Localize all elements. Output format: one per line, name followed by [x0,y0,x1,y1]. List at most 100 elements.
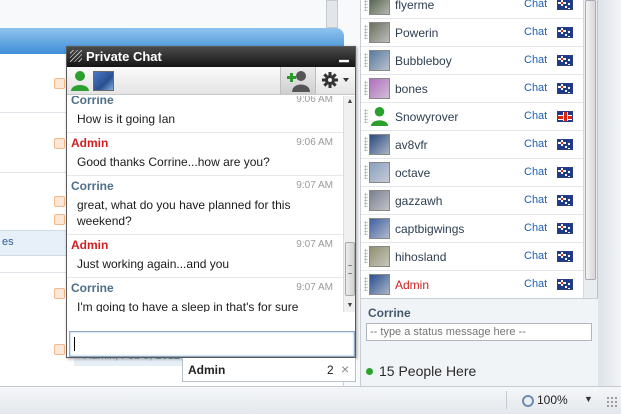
scrollbar-thumb[interactable] [585,0,596,280]
add-user-icon [287,71,310,92]
avatar[interactable] [369,190,390,211]
message-time: 9:07 AM [296,239,333,250]
drag-handle-icon[interactable] [364,165,368,179]
user-name[interactable]: hihosland [395,250,446,264]
resize-grip-icon[interactable] [70,50,82,62]
zoom-level: 100% [537,393,568,407]
user-name[interactable]: bones [395,82,428,96]
chat-link[interactable]: Chat [524,194,547,206]
window-edge [597,0,621,386]
private-chat-window: Private Chat ▁ Corrine 9:06 AM How is it… [66,46,356,358]
background-divider [0,112,66,113]
user-row[interactable]: gazzawh Chat [361,187,583,215]
scrollbar-thumb[interactable] [345,242,355,296]
avatar[interactable] [369,246,390,267]
chat-link[interactable]: Chat [524,110,547,122]
chat-link[interactable]: Chat [524,82,547,94]
drag-handle-icon[interactable] [364,193,368,207]
avatar[interactable] [369,0,390,15]
status-separator [506,391,507,409]
user-row[interactable]: hihosland Chat [361,243,583,271]
user-name[interactable]: Admin [395,278,429,292]
chat-message: Corrine 9:07 AM great, what do you have pl… [67,176,343,235]
drag-handle-icon[interactable] [364,137,368,151]
user-row[interactable]: octave Chat [361,159,583,187]
chat-link[interactable]: Chat [524,250,547,262]
drag-handle-icon[interactable] [364,25,368,39]
avatar[interactable] [369,162,390,183]
rss-icon[interactable] [54,344,65,355]
scroll-up-icon[interactable]: ▲ [344,96,356,108]
rss-icon[interactable] [54,196,65,207]
avatar-icon[interactable] [93,71,114,91]
user-icon[interactable] [70,70,90,92]
avatar[interactable] [369,218,390,239]
resize-grip-icon[interactable] [606,396,618,408]
chat-link[interactable]: Chat [524,0,547,10]
chat-link[interactable]: Chat [524,54,547,66]
background-text: es [2,236,14,248]
drag-handle-icon[interactable] [364,277,368,291]
message-scrollbar[interactable]: ▲ ▼ [343,96,355,312]
user-name[interactable]: flyerme [395,0,434,12]
australia-flag-icon [557,0,573,10]
settings-button[interactable] [317,67,355,94]
add-user-button[interactable] [280,67,316,94]
user-name[interactable]: octave [395,166,430,180]
status-message-input[interactable] [366,323,592,341]
drag-handle-icon[interactable] [364,249,368,263]
user-row[interactable]: flyerme Chat [361,0,583,19]
private-chat-title: Private Chat [86,49,162,64]
avatar[interactable] [369,274,390,295]
chat-link[interactable]: Chat [524,278,547,290]
chat-link[interactable]: Chat [524,26,547,38]
chat-message: Corrine 9:07 AM I'm going to have a sleep … [67,278,343,312]
message-input[interactable] [69,331,355,357]
user-row[interactable]: Bubbleboy Chat [361,47,583,75]
user-row[interactable]: Snowyrover Chat [361,103,583,131]
avatar[interactable] [369,106,390,127]
australia-flag-icon [557,195,573,206]
chat-tab-admin[interactable]: Admin 2 × [182,358,356,382]
user-name[interactable]: Snowyrover [395,110,458,124]
user-name[interactable]: gazzawh [395,194,442,208]
user-row[interactable]: bones Chat [361,75,583,103]
zoom-control[interactable]: 100% [522,393,568,407]
avatar[interactable] [369,78,390,99]
close-icon[interactable]: × [341,361,349,377]
drag-handle-icon[interactable] [364,221,368,235]
rss-icon[interactable] [54,78,65,89]
chat-message: Admin 9:07 AM Just working again...and you [67,235,343,278]
drag-handle-icon[interactable] [364,109,368,123]
message-time: 9:07 AM [296,282,333,293]
user-row[interactable]: Admin Chat [361,271,583,298]
rss-icon[interactable] [54,288,65,299]
user-row[interactable]: captbigwings Chat [361,215,583,243]
private-chat-titlebar[interactable]: Private Chat ▁ [67,47,355,67]
zoom-dropdown-icon[interactable]: ▼ [584,394,593,404]
minimize-icon[interactable]: ▁ [338,49,350,63]
drag-handle-icon[interactable] [364,81,368,95]
drag-handle-icon[interactable] [364,53,368,67]
user-list-scrollbar[interactable] [583,0,597,298]
australia-flag-icon [557,83,573,94]
user-name[interactable]: captbigwings [395,222,464,236]
avatar[interactable] [369,50,390,71]
user-name[interactable]: Bubbleboy [395,54,452,68]
message-time: 9:06 AM [296,96,333,105]
user-name[interactable]: av8vfr [395,138,428,152]
chat-link[interactable]: Chat [524,222,547,234]
avatar[interactable] [369,22,390,43]
user-row[interactable]: av8vfr Chat [361,131,583,159]
background-divider [0,272,66,273]
avatar[interactable] [369,134,390,155]
drag-handle-icon[interactable] [364,0,368,11]
user-name[interactable]: Powerin [395,26,438,40]
rss-icon[interactable] [54,138,65,149]
user-row[interactable]: Powerin Chat [361,19,583,47]
chat-link[interactable]: Chat [524,138,547,150]
scroll-down-icon[interactable]: ▼ [344,300,356,312]
background-scrollbar[interactable] [326,0,338,28]
rss-icon[interactable] [54,214,65,225]
chat-link[interactable]: Chat [524,166,547,178]
